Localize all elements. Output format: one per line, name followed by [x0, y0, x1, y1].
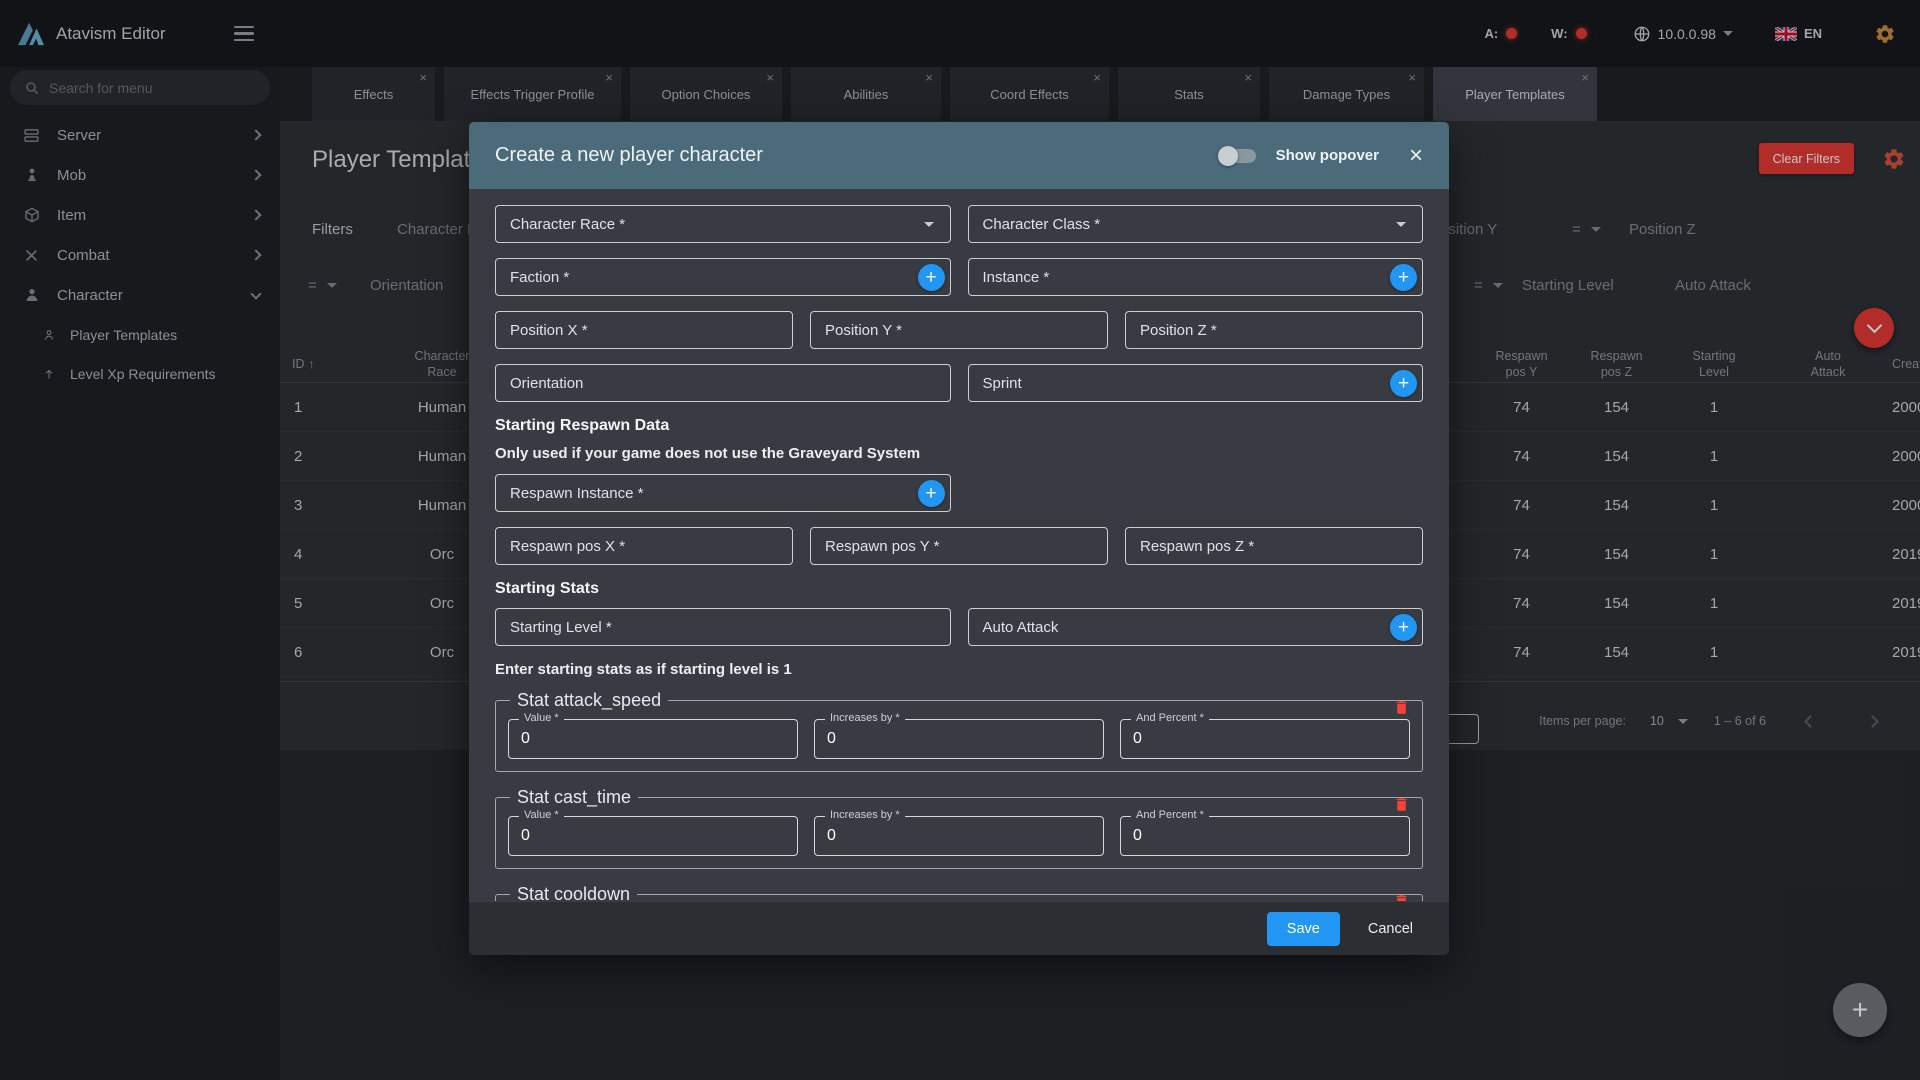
dialog-body: Character Race * Character Class * Facti…	[469, 189, 1449, 901]
respawn-pos-x-field[interactable]: Respawn pos X *	[495, 527, 793, 565]
delete-stat-icon[interactable]	[1393, 892, 1410, 901]
stat-group-legend: Stat cooldown	[510, 884, 637, 901]
character-class-select[interactable]: Character Class *	[968, 205, 1424, 243]
add-faction-button[interactable]: +	[918, 264, 945, 291]
stat-increases-input[interactable]: Increases by *0	[814, 719, 1104, 759]
add-sprint-button[interactable]: +	[1390, 370, 1417, 397]
stat-percent-input[interactable]: And Percent *0	[1120, 816, 1410, 856]
sprint-field[interactable]: Sprint+	[968, 364, 1424, 402]
position-x-field[interactable]: Position X *	[495, 311, 793, 349]
cancel-button[interactable]: Cancel	[1354, 912, 1427, 946]
faction-field[interactable]: Faction *+	[495, 258, 951, 296]
close-icon[interactable]: ×	[1409, 144, 1423, 168]
stat-value-input[interactable]: Value *0	[508, 719, 798, 759]
starting-stats-note: Enter starting stats as if starting leve…	[495, 661, 1423, 678]
stat-attack-speed-group: Stat attack_speed Value *0 Increases by …	[495, 690, 1423, 772]
instance-field[interactable]: Instance *+	[968, 258, 1424, 296]
add-auto-attack-button[interactable]: +	[1390, 614, 1417, 641]
save-button[interactable]: Save	[1267, 912, 1340, 946]
character-race-select[interactable]: Character Race *	[495, 205, 951, 243]
stat-increases-input[interactable]: Increases by *0	[814, 816, 1104, 856]
chevron-down-icon	[924, 222, 934, 227]
position-z-field[interactable]: Position Z *	[1125, 311, 1423, 349]
respawn-pos-z-field[interactable]: Respawn pos Z *	[1125, 527, 1423, 565]
stat-value-input[interactable]: Value *0	[508, 816, 798, 856]
respawn-instance-field[interactable]: Respawn Instance *+	[495, 474, 951, 512]
add-instance-button[interactable]: +	[1390, 264, 1417, 291]
dialog-footer: Save Cancel	[469, 901, 1449, 955]
delete-stat-icon[interactable]	[1393, 698, 1410, 717]
starting-stats-title: Starting Stats	[495, 580, 1423, 598]
show-popover-toggle[interactable]	[1218, 145, 1258, 167]
chevron-down-icon	[1396, 222, 1406, 227]
dialog-header: Create a new player character Show popov…	[469, 122, 1449, 189]
stat-cooldown-group: Stat cooldown	[495, 884, 1423, 901]
add-respawn-instance-button[interactable]: +	[918, 480, 945, 507]
stat-percent-input[interactable]: And Percent *0	[1120, 719, 1410, 759]
delete-stat-icon[interactable]	[1393, 795, 1410, 814]
orientation-field[interactable]: Orientation	[495, 364, 951, 402]
stat-cast-time-group: Stat cast_time Value *0 Increases by *0 …	[495, 787, 1423, 869]
starting-level-field[interactable]: Starting Level *	[495, 608, 951, 646]
create-player-character-dialog: Create a new player character Show popov…	[469, 122, 1449, 955]
starting-respawn-data-title: Starting Respawn Data	[495, 417, 1423, 435]
stat-group-legend: Stat cast_time	[510, 787, 638, 808]
show-popover-label: Show popover	[1276, 147, 1379, 164]
dialog-title: Create a new player character	[495, 144, 763, 167]
position-y-field[interactable]: Position Y *	[810, 311, 1108, 349]
respawn-pos-y-field[interactable]: Respawn pos Y *	[810, 527, 1108, 565]
stat-group-legend: Stat attack_speed	[510, 690, 668, 711]
graveyard-note: Only used if your game does not use the …	[495, 445, 1423, 462]
auto-attack-field[interactable]: Auto Attack+	[968, 608, 1424, 646]
